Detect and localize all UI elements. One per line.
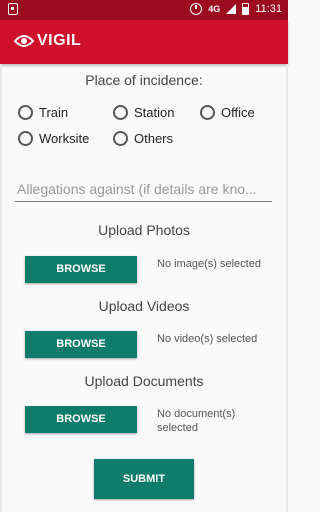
documents-status: No document(s) selected (157, 407, 235, 435)
radio-train[interactable]: Train (18, 105, 68, 120)
radio-button-icon[interactable] (18, 131, 33, 146)
radio-button-icon[interactable] (113, 131, 128, 146)
upload-documents-heading: Upload Documents (84, 373, 204, 389)
allegations-input[interactable] (15, 176, 272, 202)
submit-button[interactable]: SUBMIT (94, 459, 194, 499)
radio-label: Train (39, 105, 69, 120)
radio-worksite[interactable]: Worksite (18, 131, 89, 146)
radio-button-icon[interactable] (18, 105, 33, 120)
notification-icon (8, 3, 18, 15)
radio-label: Office (221, 105, 255, 120)
radio-label: Worksite (39, 131, 90, 146)
radio-label: Others (134, 131, 174, 146)
videos-status: No video(s) selected (157, 333, 258, 345)
documents-status-line: selected (157, 422, 198, 434)
browse-videos-button[interactable]: BROWSE (25, 331, 137, 358)
signal-icon (226, 4, 237, 14)
radio-button-icon[interactable] (113, 105, 128, 120)
radio-station[interactable]: Station (113, 105, 174, 120)
radio-office[interactable]: Office (200, 105, 255, 120)
browse-documents-button[interactable]: BROWSE (25, 406, 137, 433)
browse-photos-button[interactable]: BROWSE (25, 256, 137, 283)
radio-others[interactable]: Others (113, 131, 173, 146)
documents-status-line: No document(s) (157, 408, 236, 420)
radio-label: Station (134, 105, 175, 120)
upload-photos-heading: Upload Photos (98, 222, 190, 238)
app-bar: VIGIL (0, 20, 288, 64)
alarm-icon (190, 3, 203, 15)
divider (286, 64, 288, 512)
divider (0, 64, 2, 512)
app-title: VIGIL (37, 32, 82, 49)
report-form: Place of incidence: Train Station Office… (0, 64, 288, 512)
status-bar: 4G 11:31 (0, 0, 288, 20)
radio-button-icon[interactable] (200, 105, 215, 120)
place-heading: Place of incidence: (85, 72, 203, 88)
status-indicators: 4G 11:31 (190, 3, 282, 15)
eye-icon (14, 35, 34, 47)
battery-icon (242, 3, 250, 15)
photos-status: No image(s) selected (157, 258, 261, 270)
network-type: 4G (208, 4, 221, 14)
upload-videos-heading: Upload Videos (98, 298, 190, 314)
clock: 11:31 (255, 3, 282, 15)
